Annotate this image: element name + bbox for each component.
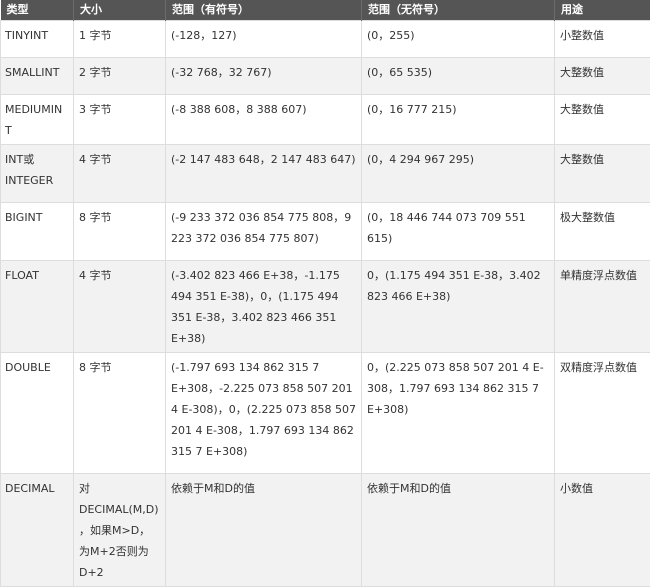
- cell-type: MEDIUMINT: [1, 95, 74, 145]
- cell-usage: 小数值: [555, 474, 650, 587]
- cell-type: SMALLINT: [1, 58, 74, 95]
- cell-usage: 极大整数值: [555, 203, 650, 261]
- cell-unsigned-range: 0，(2.225 073 858 507 201 4 E-308，1.797 6…: [362, 353, 555, 474]
- header-type: 类型: [1, 0, 74, 21]
- cell-size: 4 字节: [74, 261, 166, 353]
- cell-type: DOUBLE: [1, 353, 74, 474]
- table-row: FLOAT 4 字节 (-3.402 823 466 E+38，-1.175 4…: [1, 261, 650, 353]
- cell-size: 1 字节: [74, 21, 166, 58]
- header-unsigned-range: 范围（无符号）: [362, 0, 555, 21]
- table-row: BIGINT 8 字节 (-9 233 372 036 854 775 808，…: [1, 203, 650, 261]
- table-row: MEDIUMINT 3 字节 (-8 388 608，8 388 607) (0…: [1, 95, 650, 145]
- cell-type: DECIMAL: [1, 474, 74, 587]
- cell-usage: 大整数值: [555, 95, 650, 145]
- cell-type: FLOAT: [1, 261, 74, 353]
- header-signed-range: 范围（有符号）: [166, 0, 362, 21]
- cell-signed-range: (-1.797 693 134 862 315 7 E+308，-2.225 0…: [166, 353, 362, 474]
- table-header-row: 类型 大小 范围（有符号） 范围（无符号） 用途: [1, 0, 650, 21]
- cell-unsigned-range: (0，18 446 744 073 709 551 615): [362, 203, 555, 261]
- table-row: TINYINT 1 字节 (-128，127) (0，255) 小整数值: [1, 21, 650, 58]
- cell-unsigned-range: 依赖于M和D的值: [362, 474, 555, 587]
- table-row: DOUBLE 8 字节 (-1.797 693 134 862 315 7 E+…: [1, 353, 650, 474]
- cell-usage: 双精度浮点数值: [555, 353, 650, 474]
- cell-usage: 单精度浮点数值: [555, 261, 650, 353]
- header-size: 大小: [74, 0, 166, 21]
- cell-signed-range: (-128，127): [166, 21, 362, 58]
- cell-size: 8 字节: [74, 203, 166, 261]
- header-usage: 用途: [555, 0, 650, 21]
- cell-size: 对DECIMAL(M,D)，如果M>D，为M+2否则为D+2: [74, 474, 166, 587]
- cell-size: 8 字节: [74, 353, 166, 474]
- cell-signed-range: (-3.402 823 466 E+38，-1.175 494 351 E-38…: [166, 261, 362, 353]
- cell-signed-range: (-8 388 608，8 388 607): [166, 95, 362, 145]
- cell-usage: 小整数值: [555, 21, 650, 58]
- mysql-numeric-types-table: 类型 大小 范围（有符号） 范围（无符号） 用途 TINYINT 1 字节 (-…: [0, 0, 650, 587]
- cell-unsigned-range: (0，4 294 967 295): [362, 145, 555, 203]
- cell-usage: 大整数值: [555, 58, 650, 95]
- cell-unsigned-range: (0，65 535): [362, 58, 555, 95]
- cell-signed-range: (-32 768，32 767): [166, 58, 362, 95]
- cell-size: 3 字节: [74, 95, 166, 145]
- cell-size: 4 字节: [74, 145, 166, 203]
- cell-usage: 大整数值: [555, 145, 650, 203]
- cell-type: TINYINT: [1, 21, 74, 58]
- table-row: SMALLINT 2 字节 (-32 768，32 767) (0，65 535…: [1, 58, 650, 95]
- cell-signed-range: (-2 147 483 648，2 147 483 647): [166, 145, 362, 203]
- cell-size: 2 字节: [74, 58, 166, 95]
- table-row: DECIMAL 对DECIMAL(M,D)，如果M>D，为M+2否则为D+2 依…: [1, 474, 650, 587]
- cell-type: INT或INTEGER: [1, 145, 74, 203]
- cell-unsigned-range: (0，16 777 215): [362, 95, 555, 145]
- cell-type: BIGINT: [1, 203, 74, 261]
- cell-unsigned-range: 0，(1.175 494 351 E-38，3.402 823 466 E+38…: [362, 261, 555, 353]
- table-row: INT或INTEGER 4 字节 (-2 147 483 648，2 147 4…: [1, 145, 650, 203]
- cell-signed-range: 依赖于M和D的值: [166, 474, 362, 587]
- cell-signed-range: (-9 233 372 036 854 775 808，9 223 372 03…: [166, 203, 362, 261]
- cell-unsigned-range: (0，255): [362, 21, 555, 58]
